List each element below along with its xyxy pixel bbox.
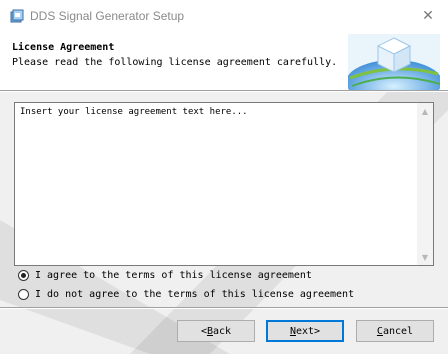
window-title: DDS Signal Generator Setup — [30, 9, 185, 23]
scroll-up-icon[interactable]: ▲ — [417, 103, 433, 119]
title-bar: DDS Signal Generator Setup ✕ — [0, 0, 448, 32]
vertical-scrollbar[interactable]: ▲ ▼ — [417, 103, 433, 265]
cancel-button[interactable]: Cancel — [356, 320, 434, 342]
setup-app-icon — [10, 9, 24, 23]
disagree-label[interactable]: I do not agree to the terms of this lice… — [35, 289, 354, 300]
agree-radio[interactable] — [18, 269, 29, 281]
license-text: Insert your license agreement text here.… — [20, 107, 248, 117]
page-subtitle: Please read the following license agreem… — [12, 57, 338, 68]
back-button[interactable]: < Back — [177, 320, 255, 342]
header-divider-highlight — [0, 91, 448, 92]
footer-divider-highlight — [0, 308, 448, 309]
back-rest: ack — [213, 325, 232, 337]
wizard-header: License Agreement Please read the follow… — [0, 32, 448, 90]
close-icon: ✕ — [422, 8, 434, 24]
disagree-radio[interactable] — [18, 288, 29, 300]
next-suffix: > — [314, 325, 321, 337]
next-button[interactable]: Next > — [266, 320, 344, 342]
scroll-down-icon[interactable]: ▼ — [417, 249, 433, 265]
agree-label[interactable]: I agree to the terms of this license agr… — [35, 270, 312, 281]
installer-globe-icon — [348, 34, 440, 90]
close-button[interactable]: ✕ — [408, 0, 448, 32]
page-title: License Agreement — [12, 42, 115, 53]
disagree-option[interactable]: I do not agree to the terms of this lice… — [18, 287, 354, 301]
cancel-rest: ancel — [382, 325, 414, 337]
license-text-area[interactable]: Insert your license agreement text here.… — [14, 102, 434, 266]
next-rest: ext — [295, 325, 315, 337]
agree-option[interactable]: I agree to the terms of this license agr… — [18, 268, 312, 282]
